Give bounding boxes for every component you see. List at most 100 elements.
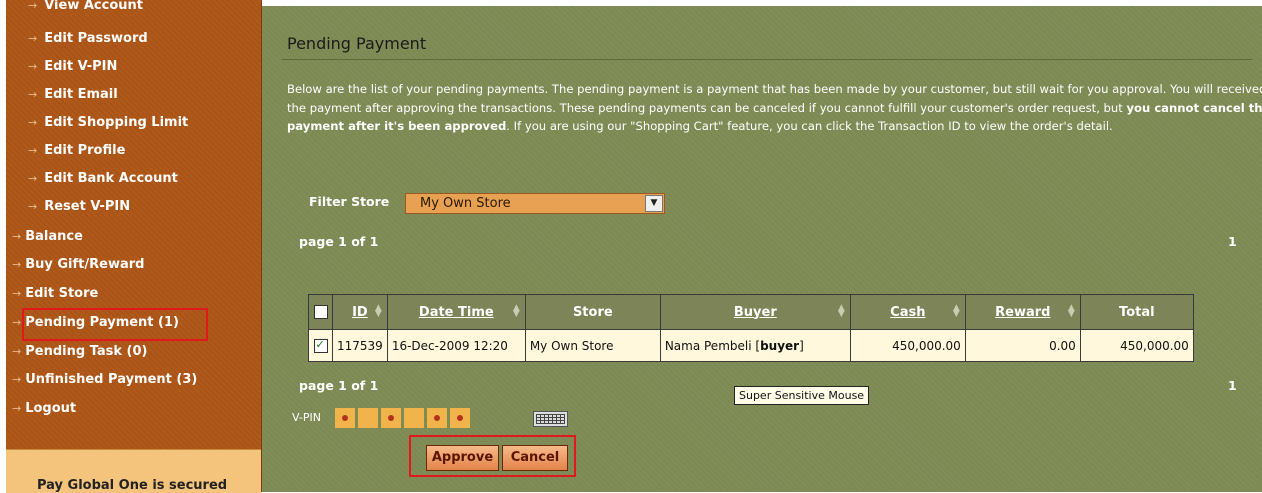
row-select-cell[interactable] [308, 329, 333, 362]
sidebar-item-label: Pending Task (0) [25, 344, 148, 359]
virtual-keyboard-icon[interactable] [533, 411, 568, 427]
vpin-dot [388, 415, 394, 421]
column-header-total: Total [1079, 294, 1194, 330]
sort-icon: ▲ ▼ [837, 303, 845, 319]
tooltip: Super Sensitive Mouse [734, 386, 870, 405]
sort-icon: ▲ ▼ [512, 303, 520, 319]
sidebar-item-label: Edit Shopping Limit [44, 115, 189, 130]
arrow-right-icon: → [28, 200, 38, 213]
page-description: Below are the list of your pending payme… [287, 82, 1262, 133]
sidebar-item-buy-gift-reward[interactable]: → Buy Gift/Reward [12, 257, 144, 272]
sidebar-item-edit-vpin[interactable]: → Edit V-PIN [28, 59, 117, 74]
row-select-checkbox[interactable] [313, 338, 328, 353]
vpin-box[interactable] [450, 408, 470, 428]
sidebar-item-unfinished-payment[interactable]: → Unfinished Payment (3) [12, 372, 197, 387]
sidebar-item-label: View Account [44, 0, 143, 13]
sidebar-item-reset-vpin[interactable]: → Reset V-PIN [28, 199, 130, 214]
security-banner-text: Pay Global One is secured [37, 478, 228, 493]
sidebar-item-label: Edit Bank Account [44, 171, 178, 186]
sidebar-item-edit-email[interactable]: → Edit Email [28, 87, 118, 102]
cash-cell: 450,000.00 [849, 329, 966, 362]
sidebar-item-label: Edit Profile [44, 143, 126, 158]
arrow-right-icon: → [28, 172, 38, 185]
arrow-right-icon: → [28, 116, 38, 129]
arrow-right-icon: → [28, 88, 38, 101]
arrow-right-icon: → [12, 287, 22, 300]
pagination-info-bottom: page 1 of 1 [299, 378, 379, 393]
cancel-button[interactable]: Cancel [502, 445, 568, 471]
store-cell: My Own Store [524, 329, 661, 362]
pending-payments-table: ID ▲ ▼ Date Time ▲ ▼ Store Buyer ▲ ▼ Cash ▲ ▼ Re… [308, 294, 1194, 362]
table-header-row: ID ▲ ▼ Date Time ▲ ▼ Store Buyer ▲ ▼ Cash ▲ ▼ Re… [308, 294, 1194, 330]
arrow-right-icon: → [28, 0, 38, 12]
column-header-reward[interactable]: Reward ▲ ▼ [964, 294, 1081, 330]
pagination-info-top: page 1 of 1 [299, 234, 379, 249]
sort-icon: ▲ ▼ [374, 303, 382, 319]
datetime-cell: 16-Dec-2009 12:20 [386, 329, 526, 362]
select-all-header[interactable] [308, 294, 333, 330]
sidebar-item-label: Edit Email [44, 87, 118, 102]
arrow-right-icon: → [28, 144, 38, 157]
sort-icon: ▲ ▼ [1067, 303, 1075, 319]
sidebar-item-edit-password[interactable]: → Edit Password [28, 31, 148, 46]
sidebar-item-label: Balance [25, 229, 83, 244]
sidebar-item-logout[interactable]: → Logout [12, 401, 76, 416]
select-all-checkbox[interactable] [313, 305, 328, 319]
vpin-dot [457, 415, 463, 421]
filter-store-value: My Own Store [420, 196, 511, 211]
vpin-box[interactable] [335, 408, 355, 428]
sidebar-item-pending-task[interactable]: → Pending Task (0) [12, 344, 147, 359]
arrow-right-icon: → [12, 373, 22, 386]
arrow-right-icon: → [28, 60, 38, 73]
arrow-right-icon: → [12, 258, 22, 271]
sidebar-item-label: Buy Gift/Reward [25, 257, 145, 272]
column-header-cash[interactable]: Cash ▲ ▼ [849, 294, 966, 330]
sidebar-item-label: Edit Store [25, 286, 99, 301]
page-title: Pending Payment [287, 34, 427, 53]
vpin-box[interactable] [381, 408, 401, 428]
vpin-box[interactable] [427, 408, 447, 428]
buyer-cell: Nama Pembeli [buyer] [659, 329, 851, 362]
column-header-buyer[interactable]: Buyer ▲ ▼ [659, 294, 851, 330]
sidebar-item-label: Edit Password [44, 31, 148, 46]
arrow-right-icon: → [12, 345, 22, 358]
total-cell: 450,000.00 [1079, 329, 1194, 362]
page-link-bottom[interactable]: 1 [1228, 378, 1237, 393]
page-link-top[interactable]: 1 [1228, 234, 1237, 249]
table-row: 117539 16-Dec-2009 12:20 My Own Store Na… [308, 329, 1194, 362]
arrow-right-icon: → [12, 316, 22, 329]
title-divider [282, 59, 1252, 60]
chevron-down-icon[interactable]: ▼ [645, 195, 663, 212]
transaction-id-cell[interactable]: 117539 [332, 329, 388, 362]
arrow-right-icon: → [12, 230, 22, 243]
vpin-box[interactable] [404, 408, 424, 428]
vpin-dot [342, 415, 348, 421]
column-header-store: Store [524, 294, 661, 330]
sidebar-item-balance[interactable]: → Balance [12, 229, 83, 244]
filter-store-select[interactable]: My Own Store ▼ [405, 193, 665, 214]
column-header-id[interactable]: ID ▲ ▼ [332, 294, 388, 330]
sidebar-item-label: Logout [25, 401, 77, 416]
arrow-right-icon: → [28, 32, 38, 45]
vpin-box[interactable] [358, 408, 378, 428]
arrow-right-icon: → [12, 402, 22, 415]
column-header-datetime[interactable]: Date Time ▲ ▼ [386, 294, 526, 330]
highlight-box [22, 308, 208, 341]
reward-cell: 0.00 [964, 329, 1081, 362]
sidebar-item-label: Unfinished Payment (3) [25, 372, 198, 387]
sort-icon: ▲ ▼ [952, 303, 960, 319]
sidebar-item-edit-profile[interactable]: → Edit Profile [28, 143, 125, 158]
sidebar-item-edit-bank-account[interactable]: → Edit Bank Account [28, 171, 178, 186]
vpin-label: V-PIN [292, 411, 321, 424]
approve-button[interactable]: Approve [426, 445, 499, 471]
main-content: Pending Payment Below are the list of yo… [262, 0, 1262, 492]
sidebar-item-view-account[interactable]: → View Account [28, 0, 143, 13]
sidebar: → View Account → Edit Password → Edit V-PIN… [6, 0, 262, 493]
sidebar-item-label: Reset V-PIN [44, 199, 131, 214]
filter-store-label: Filter Store [309, 194, 390, 209]
sidebar-item-label: Edit V-PIN [44, 59, 118, 74]
sidebar-item-edit-store[interactable]: → Edit Store [12, 286, 98, 301]
security-banner: Pay Global One is secured [6, 449, 261, 493]
sidebar-item-edit-shopping-limit[interactable]: → Edit Shopping Limit [28, 115, 188, 130]
vpin-dot [434, 415, 440, 421]
